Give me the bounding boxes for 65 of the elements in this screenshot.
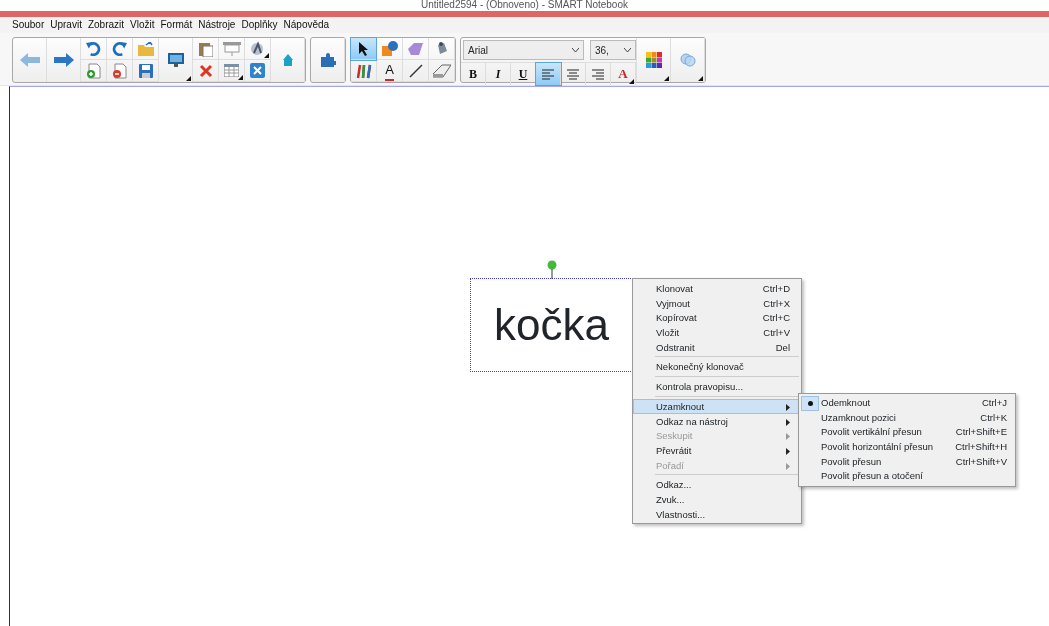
line-icon — [408, 63, 423, 78]
menu-item[interactable]: Nekonečný klonovač — [633, 359, 799, 375]
pointer-icon — [357, 41, 370, 56]
pens-icon — [355, 62, 372, 79]
toolbar-button[interactable]: A — [611, 63, 636, 85]
toolbar-button[interactable] — [351, 38, 376, 60]
menu-item[interactable]: Klonovat Ctrl+D — [633, 281, 799, 296]
menu-item[interactable]: Odkaz... — [633, 477, 799, 492]
window-title: Untitled2594 - (Obnoveno) - SMART Notebook — [421, 0, 628, 10]
menu-item[interactable]: Nápověda — [283, 17, 330, 33]
menu-item[interactable]: Uzamknout pozici Ctrl+K — [801, 410, 1013, 426]
chevron-down-icon — [572, 47, 579, 53]
menu-item[interactable]: Povolit přesun a otočení — [801, 469, 1013, 485]
menu-item[interactable]: Kopírovat Ctrl+C — [633, 310, 799, 326]
menu-item[interactable]: Kontrola pravopisu... — [633, 379, 799, 394]
menu-item[interactable]: Povolit horizontální přesun Ctrl+Shift+H — [801, 440, 1013, 455]
font-select[interactable]: Arial — [463, 40, 584, 60]
undo-icon — [86, 41, 101, 56]
shapes-icon — [381, 41, 398, 56]
menu-item[interactable]: Nástroje — [198, 17, 236, 33]
menu-item[interactable]: Vložit — [130, 17, 155, 33]
table-icon — [224, 64, 239, 77]
puzzle-piece-icon — [318, 52, 337, 68]
menu-item[interactable]: Formát — [160, 17, 193, 33]
toolbar-button[interactable]: B — [461, 63, 486, 85]
menu-item[interactable]: Soubor — [12, 17, 45, 33]
menu-item[interactable]: Vlastnosti... — [633, 506, 799, 522]
menu-item[interactable]: Doplňky — [241, 17, 278, 33]
menu-item[interactable]: Vyjmout Ctrl+X — [633, 295, 799, 311]
save-icon — [138, 63, 153, 78]
toolbar-button[interactable]: A — [377, 60, 402, 82]
menu-item[interactable]: Upravit — [50, 17, 82, 33]
delete-icon — [198, 63, 213, 78]
color-palette-icon — [645, 52, 662, 68]
chevron-down-icon — [624, 47, 631, 53]
align-left-icon — [542, 68, 554, 80]
circles-icon — [679, 53, 696, 67]
menu-item[interactable]: Zvuk... — [633, 491, 799, 507]
screen-shade-icon — [222, 41, 241, 56]
paste-icon — [198, 40, 213, 57]
folder-icon — [137, 41, 154, 56]
gem-icon — [407, 41, 424, 56]
redo-icon — [112, 41, 127, 56]
arrow-right-icon — [53, 53, 74, 67]
menu-item[interactable]: Povolit vertikální přesun Ctrl+Shift+E — [801, 425, 1013, 441]
monitor-icon — [166, 52, 185, 68]
arrow-left-icon — [19, 53, 40, 67]
menu-item[interactable]: Povolit přesun Ctrl+Shift+V — [801, 454, 1013, 470]
size-select[interactable]: 36, — [590, 40, 636, 60]
menu-item[interactable]: Odstranit Del — [633, 339, 799, 355]
menu-item[interactable]: Uzamknout — [633, 398, 799, 414]
menu-item[interactable]: Převrátit — [633, 442, 799, 458]
toolbar-button[interactable]: I — [486, 63, 511, 85]
page-add-icon — [86, 62, 101, 79]
menu-item[interactable]: Odemknout Ctrl+J — [801, 396, 1013, 411]
menu-item[interactable]: Vložit Ctrl+V — [633, 325, 799, 340]
clear-icon — [250, 63, 265, 78]
page-delete-icon — [112, 62, 127, 79]
eraser-icon — [432, 63, 451, 78]
menu-item[interactable]: Odkaz na nástroj — [633, 413, 799, 429]
rotate-handle[interactable] — [547, 260, 557, 279]
align-center-icon — [567, 68, 579, 80]
menu-item[interactable]: Zobrazit — [87, 17, 125, 33]
align-right-icon — [592, 68, 604, 80]
magic-fill-icon — [249, 40, 266, 57]
